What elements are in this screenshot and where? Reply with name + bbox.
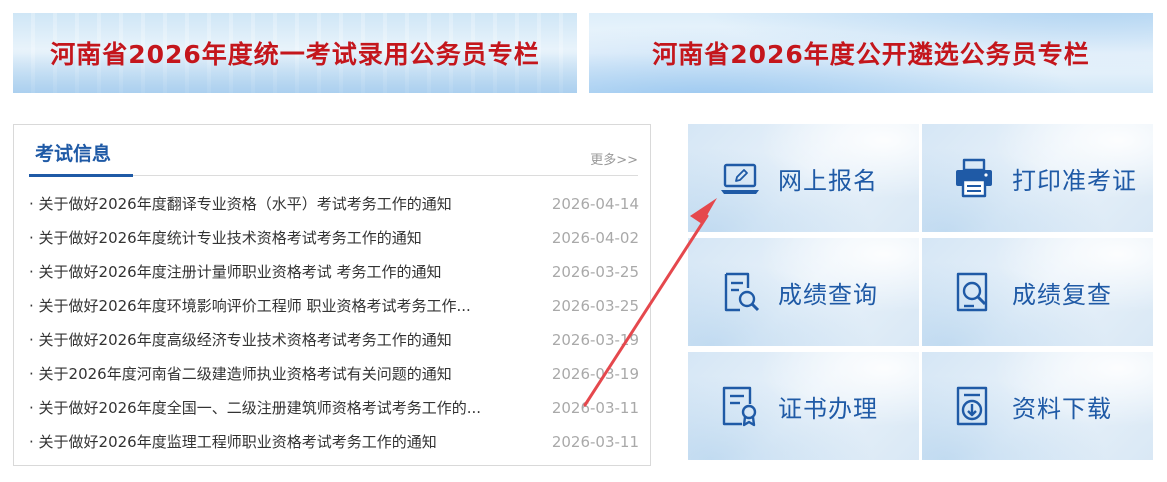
news-link[interactable]: · 关于做好2026年度翻译专业资格（水平）考试考务工作的通知 — [29, 187, 452, 221]
tile-label: 打印准考证 — [1012, 166, 1137, 195]
tile-label: 证书办理 — [778, 394, 878, 423]
news-date: 2026-03-19 — [551, 331, 639, 349]
tile-label: 成绩复查 — [1012, 280, 1112, 309]
tile-material-download[interactable]: 资料下载 — [922, 352, 1153, 460]
printer-icon — [956, 158, 992, 198]
exam-info-title: 考试信息 — [35, 143, 112, 165]
news-date: 2026-03-11 — [551, 399, 639, 417]
news-date: 2026-04-02 — [551, 229, 639, 247]
exam-info-panel: 考试信息 更多>> · 关于做好2026年度翻译专业资格（水平）考试考务工作的通… — [13, 124, 651, 466]
list-item: · 关于2026年度河南省二级建造师执业资格考试有关问题的通知 2026-03-1… — [29, 357, 639, 391]
news-link[interactable]: · 关于做好2026年度注册计量师职业资格考试 考务工作的通知 — [29, 255, 441, 289]
exam-info-list: · 关于做好2026年度翻译专业资格（水平）考试考务工作的通知 2026-04-1… — [29, 187, 639, 459]
tile-label: 成绩查询 — [778, 280, 878, 309]
document-search-icon — [724, 272, 760, 312]
tile-score-query[interactable]: 成绩查询 — [688, 238, 919, 346]
banner-open-selection[interactable]: 河南省2026年度公开遴选公务员专栏 — [589, 13, 1153, 93]
certificate-icon — [722, 386, 757, 427]
document-magnify-icon — [956, 272, 988, 312]
banner-civil-servant-exam[interactable]: 河南省2026年度统一考试录用公务员专栏 — [13, 13, 577, 93]
news-link[interactable]: · 关于2026年度河南省二级建造师执业资格考试有关问题的通知 — [29, 357, 452, 391]
list-item: · 关于做好2026年度翻译专业资格（水平）考试考务工作的通知 2026-04-1… — [29, 187, 639, 221]
news-date: 2026-03-11 — [551, 433, 639, 451]
news-link[interactable]: · 关于做好2026年度全国一、二级注册建筑师资格考试考务工作的... — [29, 391, 481, 425]
news-link[interactable]: · 关于做好2026年度统计专业技术资格考试考务工作的通知 — [29, 221, 422, 255]
laptop-edit-icon — [721, 163, 759, 194]
news-date: 2026-03-25 — [551, 297, 639, 315]
list-item: · 关于做好2026年度统计专业技术资格考试考务工作的通知 2026-04-02 — [29, 221, 639, 255]
news-link[interactable]: · 关于做好2026年度监理工程师职业资格考试考务工作的通知 — [29, 425, 437, 459]
tile-print-admission-ticket[interactable]: 打印准考证 — [922, 124, 1153, 232]
more-link[interactable]: 更多>> — [590, 149, 638, 168]
list-item: · 关于做好2026年度监理工程师职业资格考试考务工作的通知 2026-03-11 — [29, 425, 639, 459]
list-item: · 关于做好2026年度高级经济专业技术资格考试考务工作的通知 2026-03-1… — [29, 323, 639, 357]
tile-online-registration[interactable]: 网上报名 — [688, 124, 919, 232]
list-item: · 关于做好2026年度全国一、二级注册建筑师资格考试考务工作的... 2026-… — [29, 391, 639, 425]
news-link[interactable]: · 关于做好2026年度高级经济专业技术资格考试考务工作的通知 — [29, 323, 452, 357]
tile-label: 网上报名 — [778, 166, 878, 195]
document-download-icon — [956, 386, 988, 426]
tile-certificate-processing[interactable]: 证书办理 — [688, 352, 919, 460]
tile-score-review[interactable]: 成绩复查 — [922, 238, 1153, 346]
news-date: 2026-03-25 — [551, 263, 639, 281]
news-date: 2026-03-19 — [551, 365, 639, 383]
exam-info-header: 考试信息 更多>> — [29, 125, 638, 177]
news-date: 2026-04-14 — [551, 195, 639, 213]
list-item: · 关于做好2026年度环境影响评价工程师 职业资格考试考务工作... 2026-… — [29, 289, 639, 323]
news-link[interactable]: · 关于做好2026年度环境影响评价工程师 职业资格考试考务工作... — [29, 289, 471, 323]
tile-label: 资料下载 — [1012, 394, 1112, 423]
title-underline — [29, 174, 133, 177]
banner-right-title: 河南省2026年度公开遴选公务员专栏 — [652, 40, 1090, 69]
banner-left-title: 河南省2026年度统一考试录用公务员专栏 — [50, 40, 540, 69]
service-grid: 网上报名 打印准考证 成绩查询 成绩复查 证书办理 资料下载 — [688, 124, 1153, 460]
list-item: · 关于做好2026年度注册计量师职业资格考试 考务工作的通知 2026-03-2… — [29, 255, 639, 289]
